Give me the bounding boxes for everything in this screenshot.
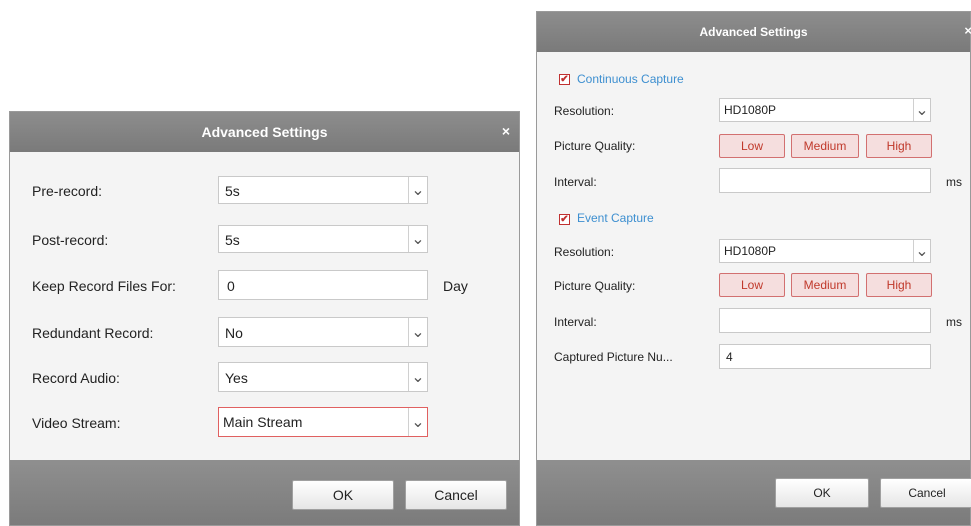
quality-high-button[interactable]: High (866, 134, 932, 158)
ms-unit-label: ms (946, 315, 962, 329)
close-icon[interactable]: × (502, 111, 510, 151)
captured-picture-number-label: Captured Picture Nu... (554, 350, 673, 364)
resolution-label: Resolution: (554, 245, 615, 259)
interval-label: Interval: (554, 175, 597, 189)
dialog-titlebar: Advanced Settings × (537, 11, 971, 52)
quality-medium-button[interactable]: Medium (791, 273, 859, 297)
keep-record-files-input[interactable]: 0 (218, 270, 428, 300)
video-stream-label: Video Stream: (32, 415, 121, 431)
dialog-title: Advanced Settings (201, 124, 328, 140)
chevron-down-icon: ⌄ (408, 318, 427, 346)
resolution-label: Resolution: (554, 104, 615, 118)
quality-medium-button[interactable]: Medium (791, 134, 859, 158)
pre-record-label: Pre-record: (32, 183, 103, 199)
quality-low-button[interactable]: Low (719, 134, 785, 158)
event-capture-checkbox[interactable]: ✔ (559, 214, 570, 225)
post-record-label: Post-record: (32, 232, 109, 248)
ms-unit-label: ms (946, 175, 962, 189)
continuous-capture-checkbox[interactable]: ✔ (559, 74, 570, 85)
dialog-footer: OK Cancel (10, 460, 519, 525)
chevron-down-icon: ⌄ (913, 240, 930, 262)
continuous-capture-label: Continuous Capture (577, 72, 684, 86)
interval-label: Interval: (554, 315, 597, 329)
redundant-record-select[interactable]: No ⌄ (218, 317, 428, 347)
advanced-settings-dialog-right: Advanced Settings × ✔ Continuous Capture… (536, 11, 971, 526)
quality-high-button[interactable]: High (866, 273, 932, 297)
quality-low-button[interactable]: Low (719, 273, 785, 297)
chevron-down-icon: ⌄ (408, 408, 427, 436)
day-unit-label: Day (443, 278, 468, 294)
ok-button[interactable]: OK (775, 478, 869, 508)
chevron-down-icon: ⌄ (913, 99, 930, 121)
continuous-resolution-select[interactable]: HD1080P ⌄ (719, 98, 931, 122)
cancel-button[interactable]: Cancel (880, 478, 971, 508)
cancel-button[interactable]: Cancel (405, 480, 507, 510)
ok-button[interactable]: OK (292, 480, 394, 510)
chevron-down-icon: ⌄ (408, 363, 427, 391)
chevron-down-icon: ⌄ (408, 177, 427, 203)
dialog-title: Advanced Settings (699, 25, 808, 39)
dialog-footer: OK Cancel (537, 460, 971, 525)
redundant-record-label: Redundant Record: (32, 325, 154, 341)
advanced-settings-dialog-left: Advanced Settings × Pre-record: 5s ⌄ Pos… (9, 111, 520, 526)
event-capture-label: Event Capture (577, 211, 654, 225)
dialog-titlebar: Advanced Settings × (10, 112, 519, 152)
captured-picture-number-input[interactable]: 4 (719, 344, 931, 369)
picture-quality-label: Picture Quality: (554, 139, 636, 153)
record-audio-select[interactable]: Yes ⌄ (218, 362, 428, 392)
close-icon[interactable]: × (964, 11, 971, 51)
picture-quality-label: Picture Quality: (554, 279, 636, 293)
continuous-interval-input[interactable] (719, 168, 931, 193)
chevron-down-icon: ⌄ (408, 226, 427, 252)
pre-record-select[interactable]: 5s ⌄ (218, 176, 428, 204)
video-stream-select[interactable]: Main Stream ⌄ (218, 407, 428, 437)
event-resolution-select[interactable]: HD1080P ⌄ (719, 239, 931, 263)
event-interval-input[interactable] (719, 308, 931, 333)
post-record-select[interactable]: 5s ⌄ (218, 225, 428, 253)
keep-record-files-label: Keep Record Files For: (32, 278, 176, 294)
record-audio-label: Record Audio: (32, 370, 120, 386)
